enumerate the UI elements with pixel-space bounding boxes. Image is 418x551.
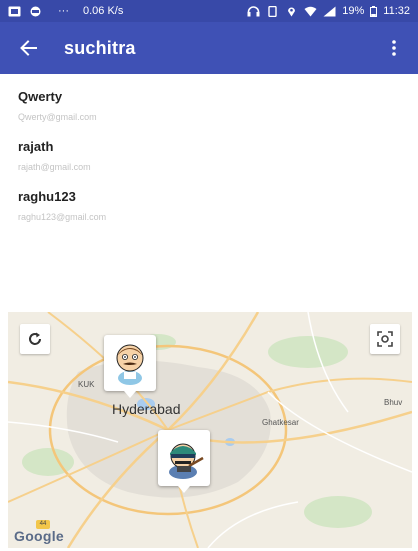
contact-name: raghu123 (18, 189, 76, 204)
headphones-icon (247, 5, 260, 17)
avatar-icon (169, 443, 204, 479)
location-icon (285, 6, 298, 17)
notification-icon (8, 6, 21, 17)
contact-name: rajath (18, 139, 54, 154)
contact-name: Qwerty (18, 89, 63, 104)
overflow-menu-button[interactable] (384, 34, 404, 62)
battery-percent: 19% (342, 5, 365, 17)
battery-icon (370, 5, 378, 17)
map-place-label: Ghatkesar (262, 418, 299, 427)
contact-email: raghu123@gmail.com (18, 212, 107, 222)
app-bar: suchitra (0, 22, 418, 74)
map-view[interactable]: KUK Ghatkesar Bhuv Hyderabad 44 Google (8, 312, 412, 548)
list-item[interactable]: raghu123 raghu123@gmail.com (0, 182, 418, 232)
clock: 11:32 (383, 5, 410, 17)
wifi-icon (304, 6, 317, 17)
map-place-label: Bhuv (384, 398, 403, 407)
refresh-button[interactable] (20, 324, 50, 354)
my-location-icon (377, 331, 393, 347)
arrow-back-icon (20, 40, 37, 56)
refresh-icon (29, 332, 41, 345)
network-speed: 0.06 K/s (83, 5, 124, 17)
avatar-icon (116, 344, 144, 385)
map-place-label: KUK (78, 380, 95, 389)
app-notification-icon (29, 6, 42, 17)
list-item[interactable]: Qwerty Qwerty@gmail.com (0, 82, 418, 132)
contact-email: rajath@gmail.com (18, 162, 91, 172)
page-title: suchitra (64, 37, 136, 58)
user-location-marker[interactable] (158, 430, 210, 493)
google-logo: Google (14, 528, 65, 544)
map-city-label: Hyderabad (112, 401, 181, 417)
contact-email: Qwerty@gmail.com (18, 112, 97, 122)
more-vert-icon (392, 40, 396, 56)
list-item[interactable]: rajath rajath@gmail.com (0, 132, 418, 182)
user-location-marker[interactable] (104, 335, 156, 398)
vibrate-icon (266, 5, 279, 17)
my-location-button[interactable] (370, 324, 400, 354)
status-bar: ··· 0.06 K/s 19% 11:32 (0, 0, 418, 22)
more-notifications-icon: ··· (58, 5, 69, 17)
map-background (8, 312, 412, 548)
signal-icon (323, 6, 336, 17)
contact-list: Qwerty Qwerty@gmail.com rajath rajath@gm… (0, 82, 418, 232)
back-button[interactable] (14, 34, 42, 62)
